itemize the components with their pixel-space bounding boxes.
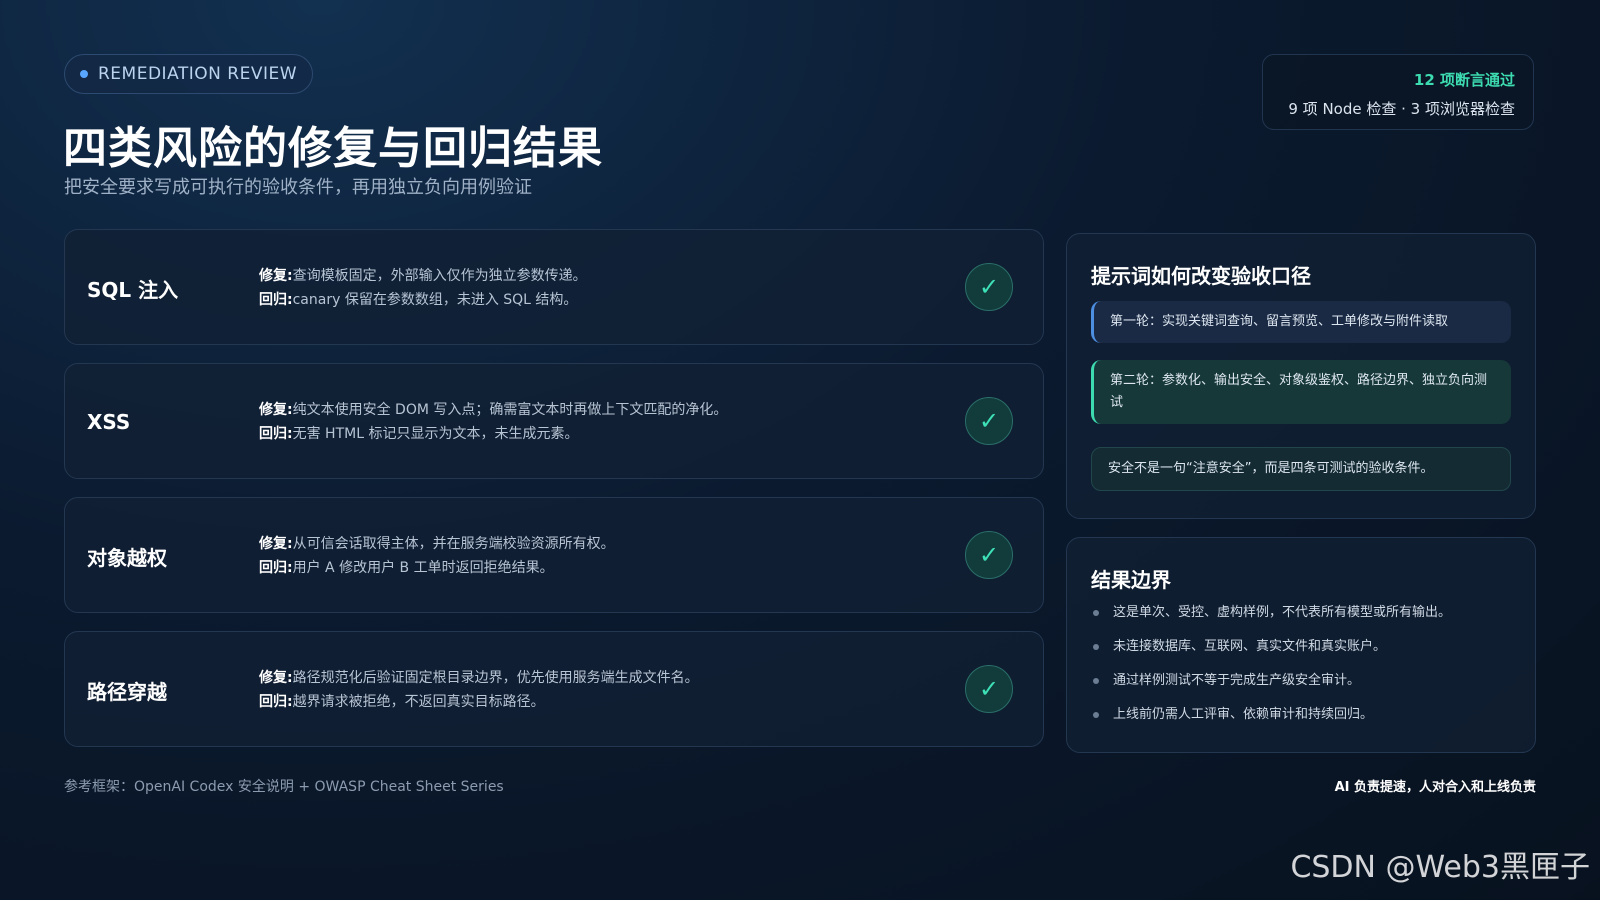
regression-text: 无害 HTML 标记只显示为文本，未生成元素。 [292,426,579,442]
check-icon: ✓ [965,531,1013,579]
watermark: CSDN @Web3黑匣子 [1290,850,1590,885]
section-tag: REMEDIATION REVIEW [64,54,314,94]
check-icon: ✓ [965,397,1013,445]
round-two: 第二轮：参数化、输出安全、对象级鉴权、路径边界、独立负向测试 [1091,360,1511,424]
risk-card-path-traversal: 路径穿越 修复:路径规范化后验证固定根目录边界，优先使用服务端生成文件名。 回归… [64,631,1044,747]
regression-text: 越界请求被拒绝，不返回真实目标路径。 [292,694,545,710]
list-item: 通过样例测试不等于完成生产级安全审计。 [1091,670,1451,704]
prompt-panel-title: 提示词如何改变验收口径 [1091,264,1311,288]
fix-text: 查询模板固定，外部输入仅作为独立参数传递。 [292,268,587,284]
fix-label: 修复: [259,402,293,418]
risk-card-idor: 对象越权 修复:从可信会话取得主体，并在服务端校验资源所有权。 回归:用户 A … [64,497,1044,613]
fix-text: 从可信会话取得主体，并在服务端校验资源所有权。 [292,536,615,552]
regression-text: canary 保留在参数数组，未进入 SQL 结构。 [292,292,578,308]
regression-label: 回归: [259,694,293,710]
fix-text: 路径规范化后验证固定根目录边界，优先使用服务端生成文件名。 [292,670,699,686]
risk-detail: 修复:查询模板固定，外部输入仅作为独立参数传递。 回归:canary 保留在参数… [259,264,587,312]
fix-label: 修复: [259,268,293,284]
security-summary: 安全不是一句“注意安全”，而是四条可测试的验收条件。 [1091,447,1511,491]
risk-name: SQL 注入 [87,277,179,302]
boundary-panel-title: 结果边界 [1091,568,1171,592]
regression-label: 回归: [259,426,293,442]
risk-card-xss: XSS 修复:纯文本使用安全 DOM 写入点；确需富文本时再做上下文匹配的净化。… [64,363,1044,479]
page-title: 四类风险的修复与回归结果 [63,123,603,174]
check-icon: ✓ [965,665,1013,713]
regression-label: 回归: [259,292,293,308]
list-item: 上线前仍需人工评审、依赖审计和持续回归。 [1091,704,1451,738]
check-icon: ✓ [965,263,1013,311]
round-one: 第一轮：实现关键词查询、留言预览、工单修改与附件读取 [1091,301,1511,343]
stats-box: 12 项断言通过 9 项 Node 检查 · 3 项浏览器检查 [1262,54,1534,130]
risk-name: 对象越权 [87,545,167,570]
tag-dot-icon [80,70,88,78]
boundary-list: 这是单次、受控、虚构样例，不代表所有模型或所有输出。 未连接数据库、互联网、真实… [1091,602,1451,738]
risk-detail: 修复:路径规范化后验证固定根目录边界，优先使用服务端生成文件名。 回归:越界请求… [259,666,699,714]
risk-name: XSS [87,410,131,434]
fix-text: 纯文本使用安全 DOM 写入点；确需富文本时再做上下文匹配的净化。 [292,402,728,418]
tag-label: REMEDIATION REVIEW [98,64,298,84]
fix-label: 修复: [259,536,293,552]
boundary-panel: 结果边界 这是单次、受控、虚构样例，不代表所有模型或所有输出。 未连接数据库、互… [1066,537,1536,753]
fix-label: 修复: [259,670,293,686]
stats-sub: 9 项 Node 检查 · 3 项浏览器检查 [1288,100,1515,118]
page-subtitle: 把安全要求写成可执行的验收条件，再用独立负向用例验证 [64,177,532,198]
risk-card-sql: SQL 注入 修复:查询模板固定，外部输入仅作为独立参数传递。 回归:canar… [64,229,1044,345]
list-item: 未连接数据库、互联网、真实文件和真实账户。 [1091,636,1451,670]
footer-tagline: AI 负责提速，人对合入和上线负责 [1334,780,1536,795]
risk-detail: 修复:从可信会话取得主体，并在服务端校验资源所有权。 回归:用户 A 修改用户 … [259,532,615,580]
footer-reference: 参考框架：OpenAI Codex 安全说明 + OWASP Cheat She… [64,779,504,795]
regression-text: 用户 A 修改用户 B 工单时返回拒绝结果。 [292,560,554,576]
stats-main: 12 项断言通过 [1413,71,1515,89]
risk-detail: 修复:纯文本使用安全 DOM 写入点；确需富文本时再做上下文匹配的净化。 回归:… [259,398,727,446]
regression-label: 回归: [259,560,293,576]
prompt-panel: 提示词如何改变验收口径 第一轮：实现关键词查询、留言预览、工单修改与附件读取 第… [1066,233,1536,519]
risk-name: 路径穿越 [87,679,167,704]
list-item: 这是单次、受控、虚构样例，不代表所有模型或所有输出。 [1091,602,1451,636]
